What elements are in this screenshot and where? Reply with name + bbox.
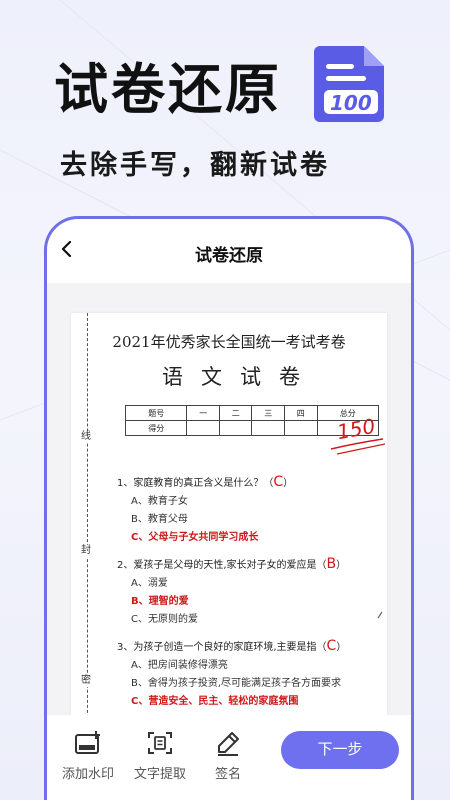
option-correct: B、理智的爱: [131, 596, 189, 607]
option: A、教育子女: [131, 496, 188, 507]
binding-char: 密: [81, 675, 91, 687]
hero-subtitle: 去除手写，翻新试卷: [60, 150, 330, 181]
option: B、舍得为孩子投资,尽可能满足孩子各方面要求: [131, 678, 342, 689]
exam-subject: 语文试卷: [162, 365, 318, 389]
option: C、无原则的爱: [131, 614, 198, 625]
exam-paper: 线 封 密 2021年优秀家长全国统一考试考卷 语文试卷 题号 一 二 三 四 …: [71, 313, 387, 733]
question-stem-close: ）: [336, 642, 347, 653]
text-extract-label: 文字提取: [133, 767, 186, 782]
question-stem: 1、家庭教育的真正含义是什么？（: [117, 478, 274, 489]
option: A、把房间装修得漂亮: [131, 660, 228, 671]
score-header: 题号: [124, 405, 188, 421]
badge-score: 100: [330, 91, 372, 115]
exam-title: 2021年优秀家长全国统一考试考卷: [112, 333, 346, 351]
score-header-row: 题号 一 二 三 四 总分: [124, 405, 379, 421]
add-watermark-label: 添加水印: [61, 767, 114, 782]
next-step-button[interactable]: 下一步: [281, 731, 399, 769]
question-3: 3、为孩子创造一个良好的家庭环境,主要是指（C） A、把房间装修得漂亮 B、舍得…: [117, 637, 346, 711]
preview-area: 线 封 密 2021年优秀家长全国统一考试考卷 语文试卷 题号 一 二 三 四 …: [47, 283, 411, 733]
question-2: 2、爱孩子是父母的天性,家长对子女的爱应是（B） A、溺爱 B、理智的爱 C、无…: [117, 555, 346, 629]
handwritten-answer: C: [273, 474, 284, 490]
pen-mark: [377, 611, 383, 619]
question-stem-close: ）: [336, 560, 347, 571]
watermark-icon: [74, 729, 102, 757]
pen-icon: [214, 729, 242, 757]
exam-document-icon: 100: [312, 40, 390, 124]
score-cell: [186, 420, 220, 436]
score-cell: [251, 420, 285, 436]
scan-text-icon: [146, 729, 174, 757]
handwritten-answer: C: [326, 638, 337, 654]
add-watermark-button[interactable]: 添加水印: [53, 729, 123, 782]
binding-char: 封: [81, 545, 91, 557]
signature-button[interactable]: 签名: [193, 729, 263, 782]
score-cell: [283, 420, 318, 436]
nav-bar: 试卷还原: [47, 219, 411, 281]
score-header: 二: [218, 405, 253, 421]
handwritten-underline: [330, 438, 386, 455]
question-1: 1、家庭教育的真正含义是什么？（C） A、教育子女 B、教育父母 C、父母与子女…: [117, 473, 293, 547]
option-correct: C、营造安全、民主、轻松的家庭氛围: [131, 696, 299, 707]
question-stem: 3、为孩子创造一个良好的家庭环境,主要是指（: [117, 642, 327, 653]
question-stem: 2、爱孩子是父母的天性,家长对子女的爱应是（: [117, 560, 327, 571]
signature-label: 签名: [214, 767, 241, 782]
score-cell: [218, 420, 253, 436]
handwritten-answer: B: [326, 556, 337, 572]
bottom-toolbar: 添加水印 文字提取 签名 下一步: [47, 715, 411, 800]
option: A、溺爱: [131, 578, 168, 589]
question-stem-close: ）: [283, 478, 294, 489]
page-title: 试卷还原: [195, 246, 263, 266]
option: B、教育父母: [131, 514, 188, 525]
phone-frame: 试卷还原 线 封 密 2021年优秀家长全国统一考试考卷 语文试卷 题号 一 二…: [44, 216, 414, 800]
option-correct: C、父母与子女共同学习成长: [131, 532, 259, 543]
score-row-label: 得分: [124, 420, 188, 436]
score-header: 三: [251, 405, 285, 421]
score-header: 一: [186, 405, 220, 421]
score-header: 四: [283, 405, 318, 421]
text-extract-button[interactable]: 文字提取: [125, 729, 195, 782]
hero-title: 试卷还原: [54, 58, 282, 121]
binding-char: 线: [81, 431, 91, 443]
